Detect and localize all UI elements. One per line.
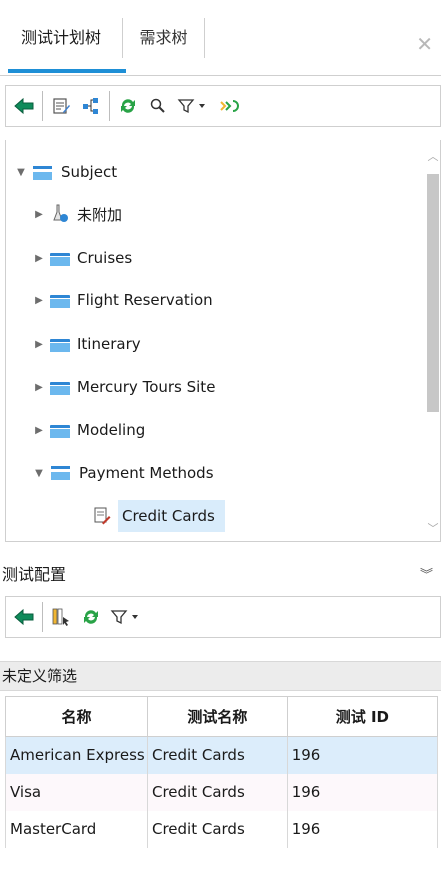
expand-arrow-icon[interactable]: ▼ [32,468,46,479]
tree-node-credit-cards[interactable]: Credit Cards [92,500,225,532]
folder-open-icon [50,464,72,482]
cell-test-name: Credit Cards [146,736,288,774]
refresh-icon[interactable] [79,603,103,631]
toolbar-divider [109,91,110,121]
active-tab-indicator [8,69,126,73]
expand-arrow-icon[interactable]: ▶ [32,425,46,436]
cell-test-id: 196 [286,736,439,774]
expand-arrow-icon[interactable]: ▶ [32,253,46,264]
toolbar-divider [42,91,43,121]
tree-structure-icon[interactable] [79,92,103,120]
filter-icon[interactable] [176,92,212,120]
config-toolbar [5,596,441,638]
tree-node-unattached[interactable]: ▶ 未附加 [32,199,122,229]
tab-test-plan-tree[interactable]: 测试计划树 [0,18,123,58]
cell-test-name: Credit Cards [146,810,288,848]
cell-test-name: Credit Cards [146,773,288,811]
collapse-chevron-icon[interactable]: ︾ [420,564,433,583]
tree-node-payment-methods[interactable]: ▼ Payment Methods [32,458,214,488]
expand-arrow-icon[interactable]: ▶ [32,209,46,220]
grid-header-row: 名称 测试名称 测试 ID [5,696,439,737]
scroll-down-icon[interactable]: ﹀ [427,520,439,536]
scroll-up-icon[interactable]: ︿ [427,148,439,164]
close-icon[interactable]: ✕ [416,32,433,56]
expand-arrow-icon[interactable]: ▼ [14,167,28,178]
column-header-test-id[interactable]: 测试 ID [286,696,439,737]
tab-requirements-tree[interactable]: 需求树 [123,18,205,58]
folder-icon [50,250,70,266]
go-icon[interactable] [218,92,242,120]
folder-icon [50,336,70,352]
edit-icon[interactable] [49,92,73,120]
expand-arrow-icon[interactable]: ▶ [32,295,46,306]
table-row[interactable]: Visa Credit Cards 196 [5,773,439,811]
cell-name: MasterCard [5,810,148,848]
cell-name: Visa [5,773,148,811]
test-config-header: 测试配置 ︾ [0,557,441,589]
tree-node-label: Payment Methods [79,464,214,482]
search-icon[interactable] [146,92,170,120]
tree-node-label: 未附加 [77,205,123,224]
tree-node-label: Modeling [77,421,146,439]
tab-bar: 测试计划树 需求树 ✕ [0,0,441,76]
tree-toolbar [5,85,441,127]
tree-node-label: Cruises [77,249,133,267]
tree-scrollbar[interactable]: ︿ ﹀ [427,146,439,538]
back-arrow-icon[interactable] [12,92,36,120]
table-row[interactable]: MasterCard Credit Cards 196 [5,810,439,848]
folder-icon [50,422,70,438]
tree-node-flight-reservation[interactable]: ▶ Flight Reservation [32,285,213,315]
select-columns-icon[interactable] [49,603,73,631]
tree-node-label: Subject [61,163,118,181]
expand-arrow-icon[interactable]: ▶ [32,339,46,350]
folder-open-icon [32,164,54,180]
cell-test-id: 196 [286,810,439,848]
refresh-icon[interactable] [116,92,140,120]
filter-status: 未定义筛选 [0,661,441,691]
cell-test-id: 196 [286,773,439,811]
selected-node-label: Credit Cards [118,500,225,532]
flask-icon [52,204,70,224]
tree-node-label: Itinerary [77,335,141,353]
test-config-grid: 名称 测试名称 测试 ID American Express Credit Ca… [5,696,439,848]
tree-node-mercury-tours-site[interactable]: ▶ Mercury Tours Site [32,372,215,402]
tree-node-itinerary[interactable]: ▶ Itinerary [32,329,141,359]
filter-icon[interactable] [109,603,145,631]
tree-node-cruises[interactable]: ▶ Cruises [32,243,132,273]
test-plan-tree: ▼ Subject ▶ 未附加 ▶ Cruises ▶ Flight Reser… [5,140,441,542]
tree-node-label: Flight Reservation [77,291,213,309]
toolbar-divider [42,602,43,632]
tree-node-label: Mercury Tours Site [77,378,216,396]
column-header-test-name[interactable]: 测试名称 [146,696,288,737]
table-row[interactable]: American Express Credit Cards 196 [5,736,439,774]
folder-icon [50,379,70,395]
column-header-name[interactable]: 名称 [5,696,148,737]
section-title: 测试配置 [2,565,67,584]
tree-node-modeling[interactable]: ▶ Modeling [32,415,145,445]
tree-node-subject[interactable]: ▼ Subject [14,157,117,187]
cell-name: American Express [5,736,148,774]
folder-icon [50,292,70,308]
test-script-icon [92,506,112,526]
scroll-thumb[interactable] [427,174,439,412]
back-arrow-icon[interactable] [12,603,36,631]
expand-arrow-icon[interactable]: ▶ [32,382,46,393]
